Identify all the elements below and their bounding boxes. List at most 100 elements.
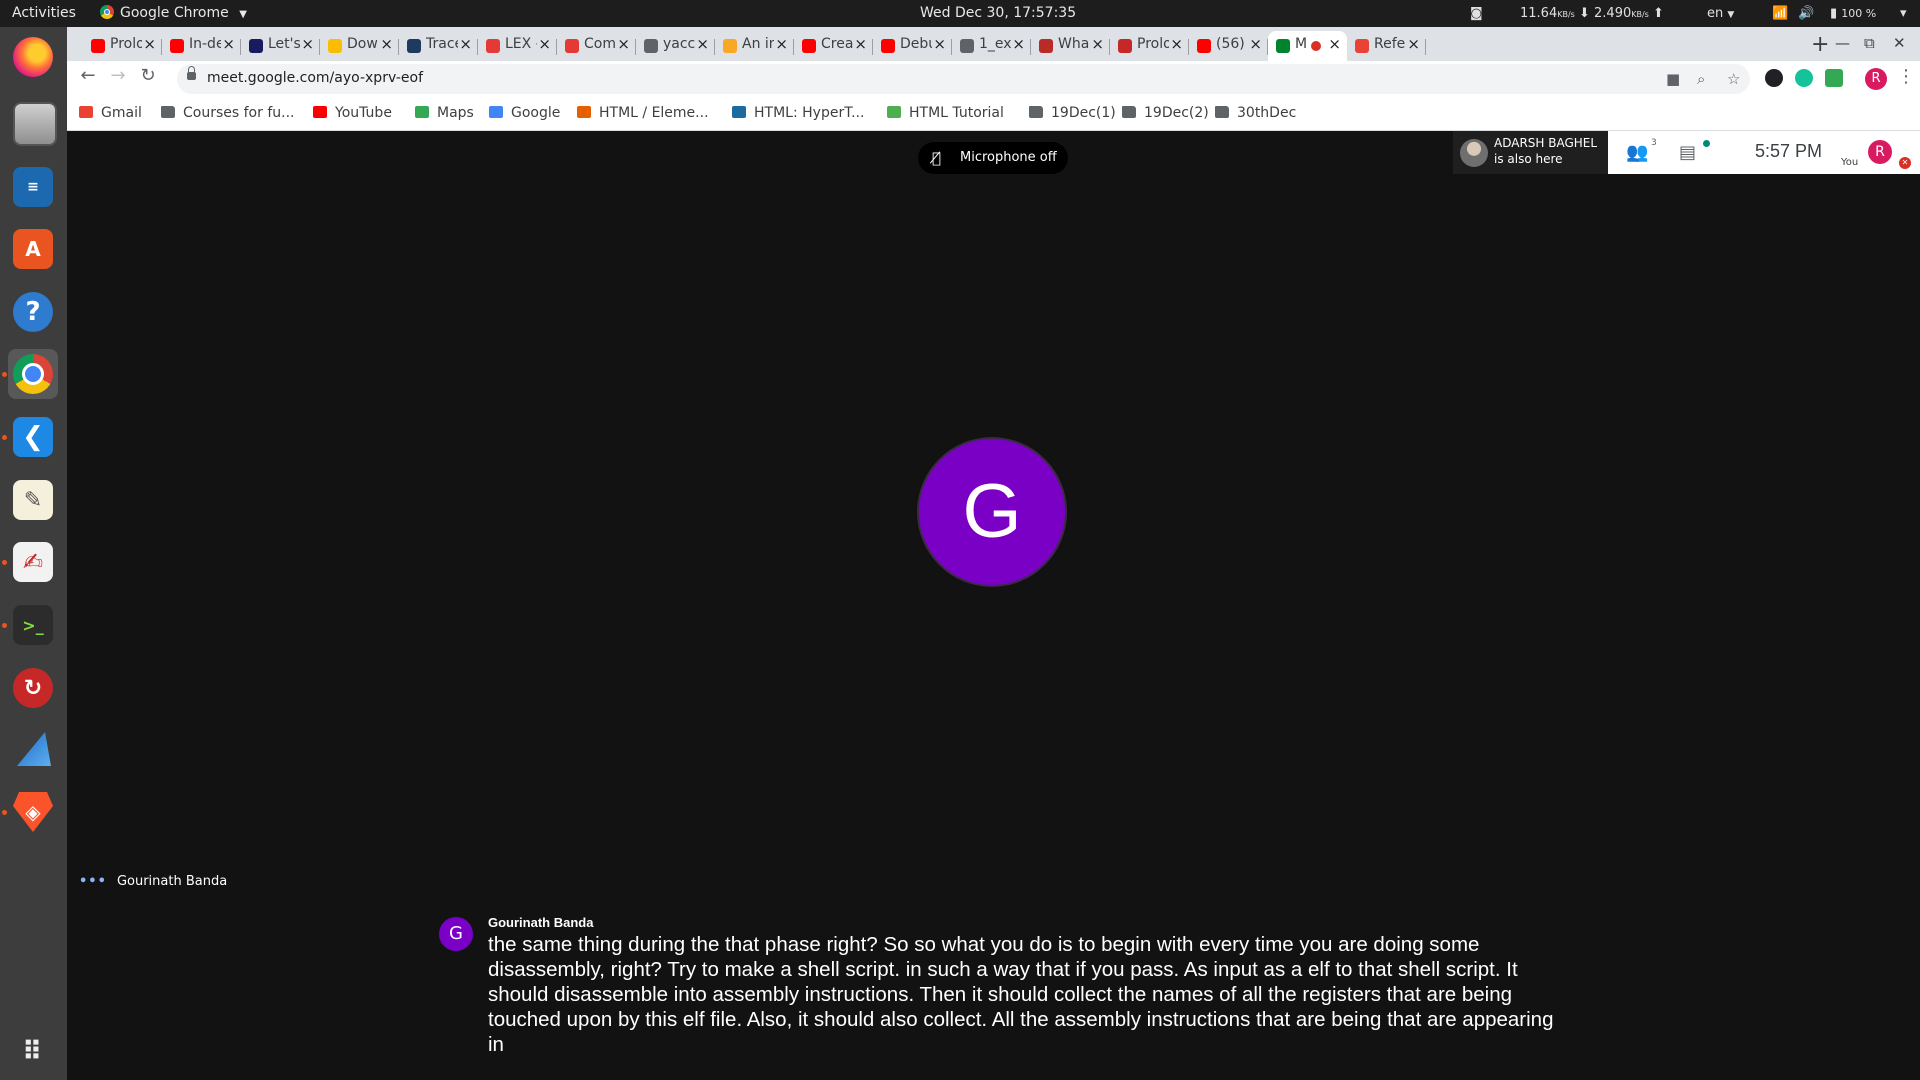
tab[interactable]: LEX -× (478, 31, 557, 61)
tab[interactable]: Comp× (557, 31, 636, 61)
bookmark-label: HTML Tutorial (909, 105, 1004, 121)
dock-help[interactable]: ? (8, 287, 58, 337)
self-avatar[interactable]: R (1868, 140, 1892, 164)
gmail-icon (1355, 39, 1369, 53)
bookmark-item[interactable]: 19Dec(2) (1122, 97, 1209, 130)
tab-label: Comp (584, 36, 616, 52)
dock-chrome[interactable] (8, 349, 58, 399)
tab-close-icon[interactable]: × (1407, 35, 1420, 53)
tab-close-icon[interactable]: × (459, 35, 472, 53)
battery-indicator[interactable]: ▮ 100 % (1830, 0, 1876, 27)
tab-close-icon[interactable]: × (1012, 35, 1025, 53)
tab-close-icon[interactable]: × (617, 35, 630, 53)
microphone-status-text: Microphone off (960, 150, 1057, 165)
show-applications-button[interactable]: ⠿ (8, 1027, 58, 1077)
dock-software-center[interactable]: A (8, 224, 58, 274)
screenshot-icon[interactable]: ◙ (1470, 0, 1483, 27)
system-menu-chevron-icon[interactable]: ▾ (1900, 0, 1907, 27)
chat-icon[interactable]: ▤ (1679, 142, 1696, 163)
tab-close-icon[interactable]: × (775, 35, 788, 53)
self-mic-off-icon: ✕ (1899, 157, 1911, 169)
tab-close-icon[interactable]: × (696, 35, 709, 53)
tab[interactable]: Crea × (794, 31, 873, 61)
extension-paw-icon[interactable] (1765, 69, 1783, 87)
dock-red-app[interactable]: ↻ (8, 663, 58, 713)
lock-icon[interactable] (187, 66, 196, 80)
bookmark-star-icon[interactable]: ☆ (1727, 70, 1740, 88)
bookmark-item[interactable]: Courses for fu... (161, 97, 294, 130)
running-indicator (2, 810, 7, 815)
tab-close-icon[interactable]: × (1249, 35, 1262, 53)
more-menu-icon[interactable]: ⋮ (1897, 66, 1915, 87)
grammarly-icon[interactable] (1795, 69, 1813, 87)
address-bar[interactable]: meet.google.com/ayo-xprv-eof ■ ⌕ ☆ (177, 64, 1750, 94)
v-icon (565, 39, 579, 53)
dock-vscode[interactable]: ❮ (8, 412, 58, 462)
bookmark-item[interactable]: YouTube (313, 97, 392, 130)
close-window-icon[interactable]: ✕ (1893, 34, 1906, 52)
meet-stage: 🎙̸ Microphone off ADARSH BAGHEL is also … (67, 131, 1920, 1080)
tab[interactable]: Debu× (873, 31, 952, 61)
bookmark-item[interactable]: 30thDec (1215, 97, 1296, 130)
people-icon[interactable]: 👥 (1626, 142, 1648, 163)
dock-terminal[interactable]: >_ (8, 600, 58, 650)
tab-close-icon[interactable]: × (380, 35, 393, 53)
restore-icon[interactable]: ⧉ (1864, 34, 1875, 52)
bookmark-item[interactable]: 19Dec(1) (1029, 97, 1116, 130)
dock-files[interactable] (8, 97, 58, 147)
tab-close-icon[interactable]: × (538, 35, 551, 53)
tab[interactable]: (56) A× (1189, 31, 1268, 61)
tab-close-icon[interactable]: × (854, 35, 867, 53)
bookmark-item[interactable]: Maps (415, 97, 474, 130)
url-text[interactable]: meet.google.com/ayo-xprv-eof (207, 70, 423, 86)
extension-screen-icon[interactable] (1825, 69, 1843, 87)
tab[interactable]: Prolo × (1110, 31, 1189, 61)
tab[interactable]: An in × (715, 31, 794, 61)
back-arrow-icon[interactable]: ← (74, 65, 102, 86)
tab[interactable]: Trace× (399, 31, 478, 61)
tab[interactable]: Refe × (1347, 31, 1426, 61)
app-menu[interactable]: Google Chrome ▼ (100, 0, 247, 27)
presence-indicator[interactable]: ADARSH BAGHEL is also here (1453, 131, 1608, 174)
bookmark-item[interactable]: Gmail (79, 97, 142, 130)
new-tab-button[interactable]: + (1811, 32, 1829, 57)
tab[interactable]: In-de × (162, 31, 241, 61)
text-editor-icon: ✎ (13, 480, 53, 520)
tab[interactable]: Dow × (320, 31, 399, 61)
dock-brave[interactable]: ◈ (8, 787, 58, 837)
dock-wireshark[interactable] (8, 725, 58, 775)
dock-document-viewer[interactable]: ✍ (8, 537, 58, 587)
bookmark-item[interactable]: HTML / Eleme... (577, 97, 709, 130)
tab[interactable]: M × (1268, 31, 1347, 61)
reload-icon[interactable]: ↻ (134, 65, 162, 86)
clock[interactable]: Wed Dec 30, 17:57:35 (920, 0, 1076, 27)
tab-close-icon[interactable]: × (143, 35, 156, 53)
tab[interactable]: Wha × (1031, 31, 1110, 61)
tab-close-icon[interactable]: × (1328, 35, 1341, 53)
forward-arrow-icon[interactable]: → (104, 65, 132, 86)
dock-writer[interactable]: ≡ (8, 162, 58, 212)
bookmark-item[interactable]: Google (489, 97, 560, 130)
tab-close-icon[interactable]: × (222, 35, 235, 53)
tab-close-icon[interactable]: × (1091, 35, 1104, 53)
wifi-icon[interactable]: 📶 (1772, 0, 1788, 27)
tab[interactable]: yacc × (636, 31, 715, 61)
minimize-icon[interactable]: — (1835, 34, 1850, 52)
tab-close-icon[interactable]: × (1170, 35, 1183, 53)
zoom-icon[interactable]: ⌕ (1697, 70, 1705, 88)
tab[interactable]: 1_ex × (952, 31, 1031, 61)
tab[interactable]: Let's × (241, 31, 320, 61)
profile-avatar[interactable]: R (1865, 68, 1887, 90)
shark-fin-icon (17, 732, 51, 766)
activities-button[interactable]: Activities (12, 0, 76, 27)
dock-text-editor[interactable]: ✎ (8, 475, 58, 525)
bookmark-item[interactable]: HTML Tutorial (887, 97, 1004, 130)
bookmark-item[interactable]: HTML: HyperT... (732, 97, 864, 130)
tab[interactable]: Prolo × (83, 31, 162, 61)
dock-firefox[interactable] (8, 32, 58, 82)
tab-close-icon[interactable]: × (301, 35, 314, 53)
volume-icon[interactable]: 🔊 (1798, 0, 1814, 27)
language-indicator[interactable]: en ▼ (1707, 0, 1734, 27)
camera-in-use-icon[interactable]: ■ (1666, 70, 1680, 88)
tab-close-icon[interactable]: × (933, 35, 946, 53)
